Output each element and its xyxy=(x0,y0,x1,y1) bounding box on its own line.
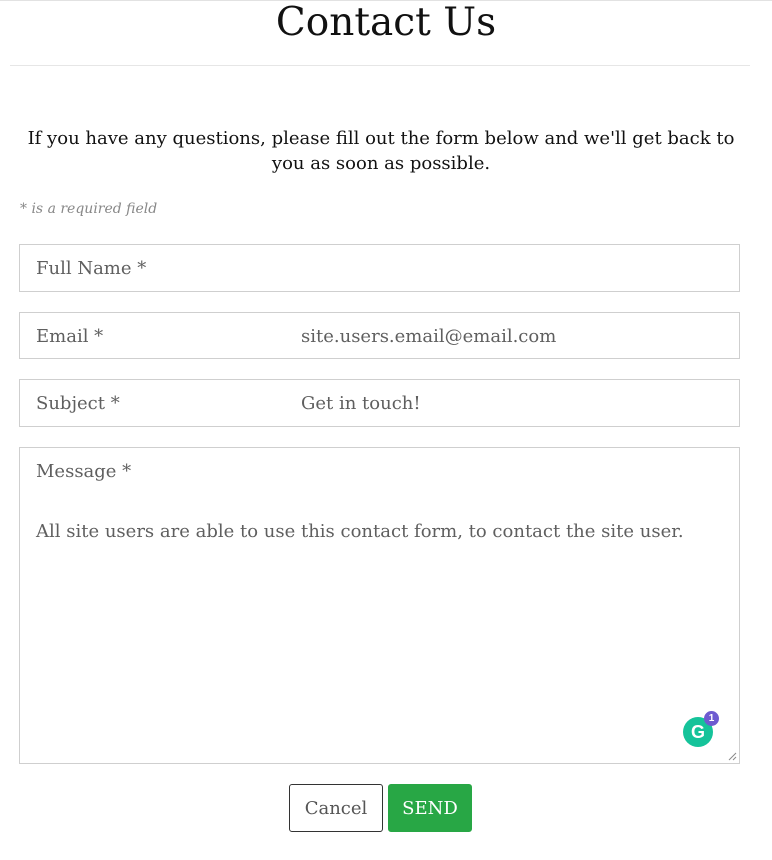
email-field[interactable]: Email * site.users.email@email.com xyxy=(19,312,740,359)
message-label: Message * xyxy=(36,461,132,482)
email-value: site.users.email@email.com xyxy=(301,326,557,347)
subject-label: Subject * xyxy=(36,393,120,414)
send-button[interactable]: SEND xyxy=(388,784,472,832)
resize-handle-icon[interactable] xyxy=(727,751,737,761)
grammarly-letter: G xyxy=(690,722,705,742)
intro-text: If you have any questions, please fill o… xyxy=(27,128,735,174)
subject-value: Get in touch! xyxy=(301,393,421,414)
cancel-button[interactable]: Cancel xyxy=(289,784,383,832)
grammarly-icon[interactable]: G 1 xyxy=(683,711,719,747)
grammarly-count-badge: 1 xyxy=(704,711,719,726)
email-label: Email * xyxy=(36,326,104,347)
full-name-field[interactable]: Full Name * xyxy=(19,244,740,292)
full-name-label: Full Name * xyxy=(36,258,147,279)
message-textarea[interactable]: Message * All site users are able to use… xyxy=(19,447,740,764)
page-title: Contact Us xyxy=(275,0,497,45)
required-field-note: * is a required field xyxy=(20,201,158,217)
message-value: All site users are able to use this cont… xyxy=(36,521,684,542)
title-divider xyxy=(10,65,750,66)
subject-field[interactable]: Subject * Get in touch! xyxy=(19,379,740,427)
